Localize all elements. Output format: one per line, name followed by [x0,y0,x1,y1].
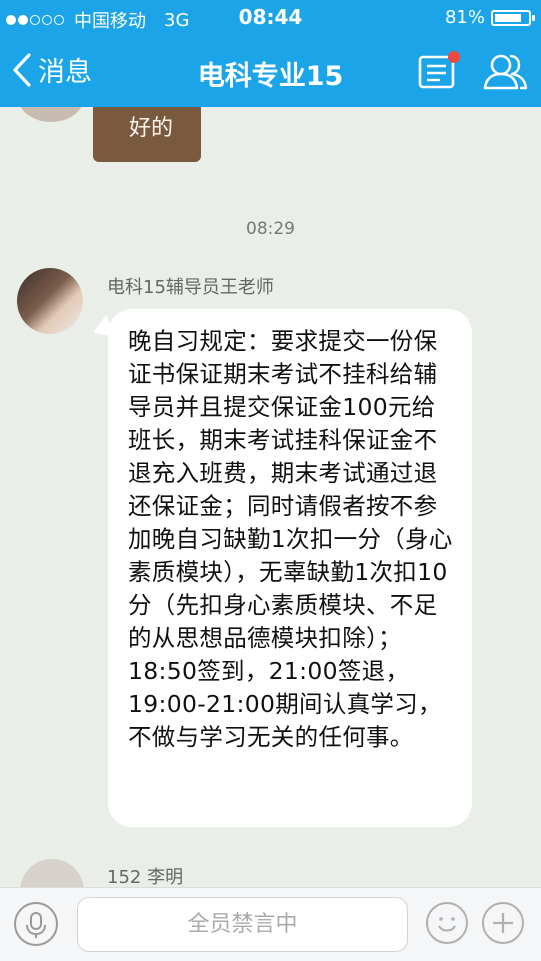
message-text: 晚自习规定：要求提交一份保证书保证期末考试不挂科给辅导员并且提交保证金100元给… [128,327,453,751]
message-bubble[interactable]: 晚自习规定：要求提交一份保证书保证期末考试不挂科给辅导员并且提交保证金100元给… [108,309,472,827]
battery-info: 81% [444,7,535,28]
group-members-button[interactable] [481,50,528,94]
voice-button[interactable] [14,902,58,946]
sticker-message[interactable]: 好的 [93,107,201,162]
group-notice-button[interactable] [416,50,460,94]
top-bar: 中国移动 3G 08:44 81% 消息 电科专业15 [0,0,541,107]
microphone-icon [26,912,46,938]
message-input[interactable]: 全员禁言中 [77,897,408,952]
notification-dot [448,51,460,63]
notice-board-icon [418,51,460,89]
chat-area[interactable]: 好的 08:29 电科15辅导员王老师 晚自习规定：要求提交一份保证书保证期末考… [0,107,541,887]
status-bar: 中国移动 3G 08:44 81% [0,0,541,36]
plus-icon [493,913,513,933]
nav-bar: 消息 电科专业15 [0,36,541,107]
avatar[interactable] [20,859,84,887]
group-members-icon [483,54,528,90]
avatar[interactable] [18,107,84,122]
sticker-text: 好的 [129,116,174,141]
sender-name: 电科15辅导员王老师 [107,277,274,298]
sender-name: 152 李明 [107,867,184,887]
smiley-icon [438,917,456,932]
time-separator: 08:29 [246,219,295,239]
battery-percent: 81% [444,7,485,28]
more-button[interactable] [482,902,524,944]
emoji-button[interactable] [426,902,468,944]
battery-icon [491,9,535,26]
avatar[interactable] [17,268,83,334]
input-bar: 全员禁言中 [0,887,541,961]
